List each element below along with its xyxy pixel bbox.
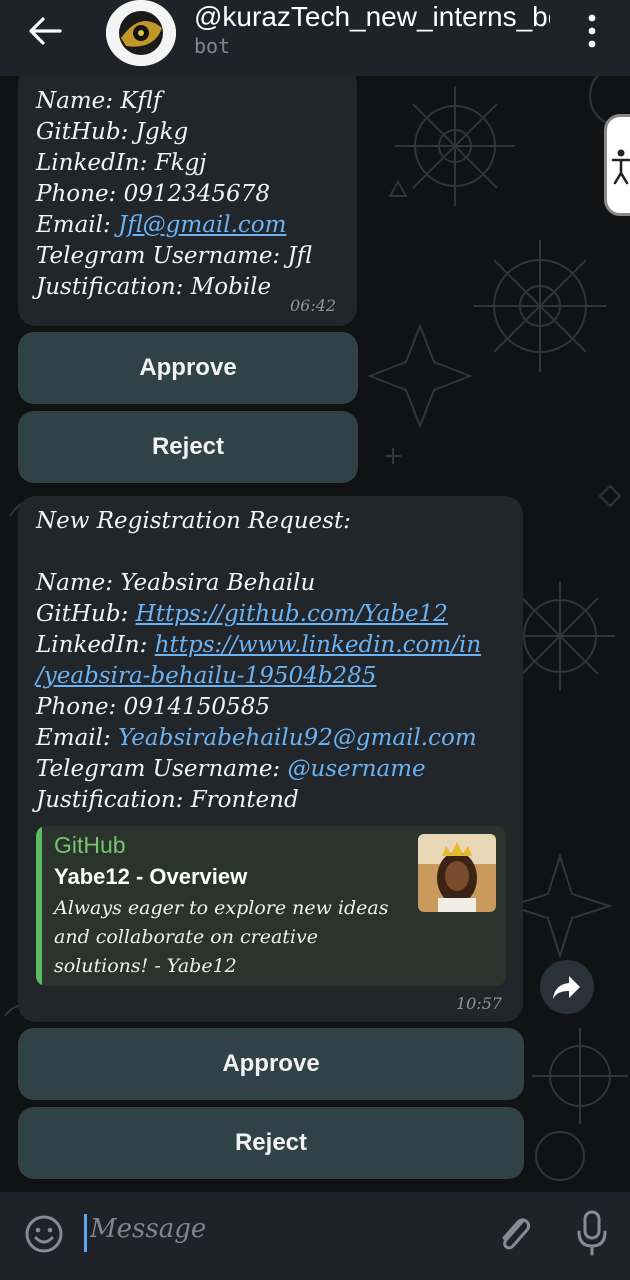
message-list[interactable]: Name: Kflf GitHub: Jgkg LinkedIn: Fkgj P… bbox=[0, 76, 630, 1192]
username-mention[interactable]: @username bbox=[287, 756, 425, 782]
share-arrow-icon bbox=[553, 976, 580, 999]
field-linkedin: LinkedIn: Fkgj bbox=[36, 150, 207, 176]
message-time: 06:42 bbox=[290, 296, 337, 315]
chat-subtitle: bot bbox=[194, 34, 231, 58]
field-linkedin-cont: /yeabsira-behailu-19504b285 bbox=[36, 661, 481, 692]
field-github: GitHub: Jgkg bbox=[36, 119, 189, 145]
chat-header: @kurazTech_new_interns_bot bot bbox=[0, 0, 630, 76]
field-telegram: Telegram Username: @username bbox=[36, 756, 426, 782]
emoji-icon[interactable] bbox=[24, 1214, 64, 1254]
preview-title: Yabe12 - Overview bbox=[54, 864, 248, 889]
field-linkedin: LinkedIn: https://www.linkedin.com/in bbox=[36, 632, 482, 658]
reject-button[interactable]: Reject bbox=[18, 411, 358, 483]
message-bubble[interactable]: Name: Kflf GitHub: Jgkg LinkedIn: Fkgj P… bbox=[18, 76, 357, 326]
preview-thumbnail[interactable] bbox=[418, 834, 496, 912]
accessibility-button[interactable] bbox=[604, 114, 630, 216]
field-email: Email: Yeabsirabehailu92@gmail.com bbox=[36, 725, 477, 751]
arrow-left-icon[interactable] bbox=[28, 16, 62, 46]
reject-button[interactable]: Reject bbox=[18, 1107, 524, 1179]
chat-title[interactable]: @kurazTech_new_interns_bot bbox=[194, 0, 550, 36]
email-link[interactable]: Yeabsirabehailu92@gmail.com bbox=[118, 725, 477, 751]
message-input-bar: Message bbox=[0, 1192, 630, 1280]
preview-site-name: GitHub bbox=[54, 832, 126, 858]
field-name: Name: Kflf bbox=[36, 88, 162, 114]
approve-button[interactable]: Approve bbox=[18, 1028, 524, 1100]
field-phone: Phone: 0914150585 bbox=[36, 694, 270, 720]
field-github: GitHub: Https://github.com/Yabe12 bbox=[36, 601, 448, 627]
email-link[interactable]: Jfl@gmail.com bbox=[118, 212, 286, 238]
field-justification: Justification: Mobile bbox=[36, 274, 272, 300]
text-cursor bbox=[84, 1214, 87, 1252]
linkedin-link-continued[interactable]: /yeabsira-behailu-19504b285 bbox=[36, 663, 376, 689]
approve-button[interactable]: Approve bbox=[18, 332, 358, 404]
field-phone: Phone: 0912345678 bbox=[36, 181, 270, 207]
more-vertical-icon[interactable] bbox=[586, 14, 598, 48]
message-input[interactable]: Message bbox=[90, 1214, 206, 1244]
field-name: Name: Yeabsira Behailu bbox=[36, 570, 316, 596]
paperclip-icon[interactable] bbox=[494, 1210, 534, 1256]
preview-description: Always eager to explore new ideas and co… bbox=[54, 897, 389, 977]
link-preview[interactable]: GitHub Yabe12 - Overview Always eager to… bbox=[36, 826, 506, 986]
message-heading: New Registration Request: bbox=[36, 508, 351, 534]
github-link[interactable]: Https://github.com/Yabe12 bbox=[136, 601, 448, 627]
message-time: 10:57 bbox=[456, 994, 503, 1013]
preview-accent-bar bbox=[36, 826, 42, 986]
bot-avatar[interactable] bbox=[106, 0, 176, 66]
linkedin-link[interactable]: https://www.linkedin.com/in bbox=[155, 632, 481, 658]
accessibility-icon bbox=[611, 149, 630, 185]
microphone-icon[interactable] bbox=[574, 1210, 610, 1256]
field-justification: Justification: Frontend bbox=[36, 787, 299, 813]
field-telegram: Telegram Username: Jfl bbox=[36, 243, 313, 269]
share-button[interactable] bbox=[540, 960, 594, 1014]
field-email: Email: Jfl@gmail.com bbox=[36, 212, 287, 238]
